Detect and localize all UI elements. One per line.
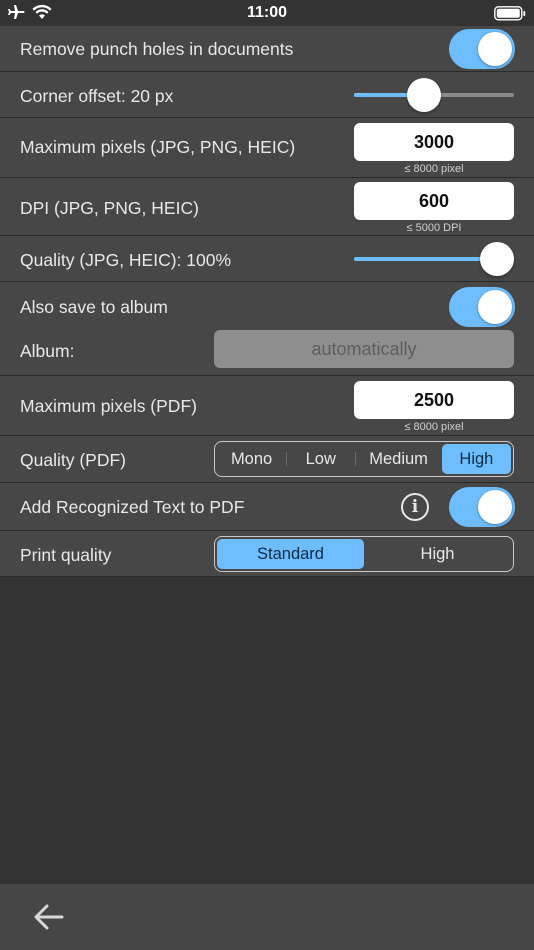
quality-pdf-label: Quality (PDF) xyxy=(20,450,126,470)
back-arrow-icon[interactable] xyxy=(34,904,64,930)
quality-slider[interactable] xyxy=(354,239,514,279)
corner-offset-label: Corner offset: 20 px xyxy=(20,86,174,106)
status-bar: 11:00 xyxy=(0,0,534,26)
max-pixels-pdf-label: Maximum pixels (PDF) xyxy=(20,396,197,416)
battery-icon xyxy=(494,6,526,21)
max-pixels-hint: ≤ 8000 pixel xyxy=(404,163,464,175)
quality-label: Quality (JPG, HEIC): 100% xyxy=(20,250,232,270)
row-ocr-text: Add Recognized Text to PDF i xyxy=(0,483,534,531)
row-dpi: DPI (JPG, PNG, HEIC) 600 ≤ 5000 DPI xyxy=(0,178,534,236)
slider-thumb[interactable] xyxy=(406,78,441,112)
dpi-hint: ≤ 5000 DPI xyxy=(406,222,462,234)
row-max-pixels-pdf: Maximum pixels (PDF) 2500 ≤ 8000 pixel xyxy=(0,376,534,436)
max-pixels-input[interactable]: 3000 xyxy=(354,123,514,161)
album-save-label: Also save to album xyxy=(20,297,168,317)
album-field[interactable]: automatically xyxy=(214,330,514,368)
segment-print-high[interactable]: High xyxy=(364,539,511,569)
slider-thumb[interactable] xyxy=(480,242,514,276)
punch-holes-toggle[interactable] xyxy=(449,29,515,69)
info-icon[interactable]: i xyxy=(401,493,429,521)
album-save-toggle[interactable] xyxy=(449,287,515,327)
album-label: Album: xyxy=(20,341,75,361)
row-quality-pdf: Quality (PDF) Mono Low Medium High xyxy=(0,436,534,483)
dpi-input[interactable]: 600 xyxy=(354,182,514,220)
segment-standard[interactable]: Standard xyxy=(217,539,364,569)
ocr-text-toggle[interactable] xyxy=(449,487,515,527)
dpi-label: DPI (JPG, PNG, HEIC) xyxy=(20,198,199,218)
quality-pdf-segmented: Mono Low Medium High xyxy=(214,441,514,477)
segment-low[interactable]: Low xyxy=(286,444,355,474)
bottom-toolbar xyxy=(0,884,534,950)
row-print-quality: Print quality Standard High xyxy=(0,531,534,577)
max-pixels-label: Maximum pixels (JPG, PNG, HEIC) xyxy=(20,137,296,157)
toggle-knob xyxy=(478,32,512,66)
row-punch-holes: Remove punch holes in documents xyxy=(0,26,534,72)
corner-offset-slider[interactable] xyxy=(354,75,514,115)
row-max-pixels: Maximum pixels (JPG, PNG, HEIC) 3000 ≤ 8… xyxy=(0,118,534,178)
toggle-knob xyxy=(478,490,512,524)
slider-fill xyxy=(354,257,497,261)
max-pixels-pdf-input[interactable]: 2500 xyxy=(354,381,514,419)
segment-medium[interactable]: Medium xyxy=(355,444,441,474)
row-corner-offset: Corner offset: 20 px xyxy=(0,72,534,118)
toggle-knob xyxy=(478,290,512,324)
segment-mono[interactable]: Mono xyxy=(217,444,286,474)
ocr-text-label: Add Recognized Text to PDF xyxy=(20,497,245,517)
punch-holes-label: Remove punch holes in documents xyxy=(20,39,294,59)
row-album: Also save to album Album: automatically xyxy=(0,282,534,376)
row-quality: Quality (JPG, HEIC): 100% xyxy=(0,236,534,282)
status-time: 11:00 xyxy=(246,4,288,21)
max-pixels-pdf-hint: ≤ 8000 pixel xyxy=(404,421,464,433)
print-quality-segmented: Standard High xyxy=(214,536,514,572)
segment-high[interactable]: High xyxy=(441,444,511,474)
print-quality-label: Print quality xyxy=(20,545,112,565)
